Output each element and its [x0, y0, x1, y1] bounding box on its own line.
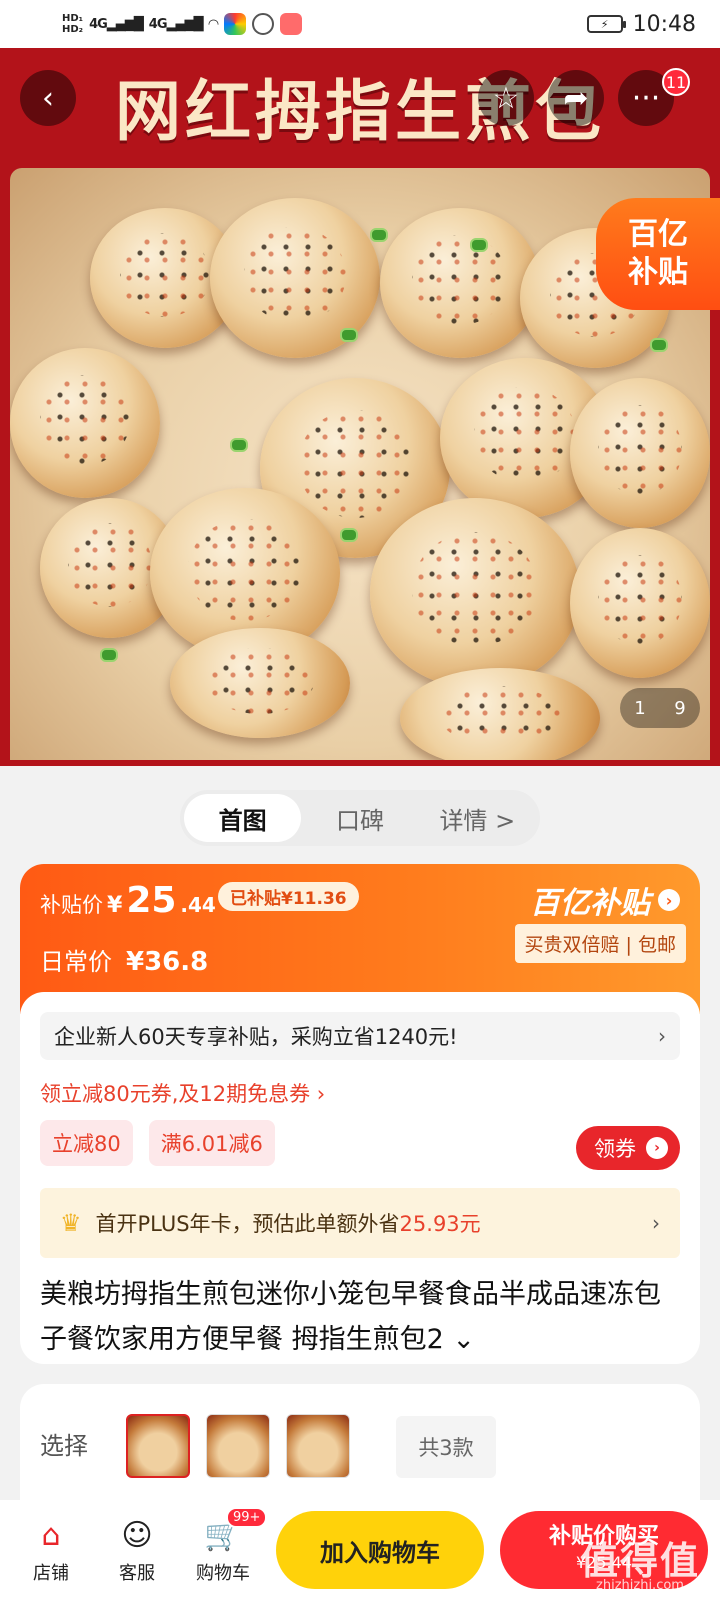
subsidy-saved-tag: 已补贴¥11.36 — [218, 882, 359, 911]
signal1-label: 4G — [89, 16, 108, 32]
coupon-chips: 立减80 满6.01减6 — [40, 1120, 275, 1166]
wifi-icon: ◠ — [208, 16, 219, 32]
customer-service-icon: ☺ — [121, 1517, 153, 1553]
store-button[interactable]: ⌂ 店铺 — [8, 1515, 94, 1585]
hd1-label: HD₁ — [62, 13, 84, 24]
subsidy-price-label: 补贴价 — [40, 893, 103, 917]
chevron-right-icon: › — [652, 1211, 660, 1235]
get-coupon-label: 领券 — [594, 1137, 636, 1161]
hd2-label: HD₂ — [62, 24, 84, 35]
crown-icon: ♛ — [60, 1209, 82, 1237]
coupon-link[interactable]: 领立减80元券,及12期免息券 › — [40, 1078, 325, 1108]
subsidy-price-dec: .44 — [180, 893, 216, 917]
guarantee-badge: 买贵双倍赔 | 包邮 — [514, 924, 686, 963]
promo-detail-card: 企业新人60天专享补贴，采购立省1240元! › 领立减80元券,及12期免息券… — [20, 992, 700, 1364]
status-bar: HD₁ HD₂ 4G▂▄▆█ 4G▂▄▆█ ◠ ⚡ 10:48 — [0, 0, 720, 48]
content-tabs: 首图 口碑 详情 > — [180, 790, 540, 846]
plus-text-suffix: 元 — [459, 1212, 481, 1236]
plus-membership-bar[interactable]: ♛ 首开PLUS年卡，预估此单额外省25.93元 › — [40, 1188, 680, 1258]
signal-icon-2: 4G▂▄▆█ — [148, 16, 204, 32]
watermark-url: zhizhizhi.com — [596, 1578, 684, 1593]
chevron-right-icon: › — [658, 1024, 666, 1048]
app-notification-icon-2 — [279, 13, 302, 35]
cart-label: 购物车 — [196, 1563, 250, 1584]
battery-icon: ⚡ — [586, 15, 626, 33]
coupon-chip[interactable]: 满6.01减6 — [148, 1120, 275, 1166]
product-title[interactable]: 美粮坊拇指生煎包迷你小笼包早餐食品半成品速冻包子餐饮家用方便早餐 拇指生煎包2 … — [40, 1272, 680, 1362]
tab-reviews[interactable]: 口碑 — [301, 794, 418, 842]
program-name: 百亿补贴 — [530, 886, 650, 921]
tab-main-image[interactable]: 首图 — [184, 794, 302, 842]
variant-thumb-3[interactable] — [286, 1414, 350, 1478]
service-button[interactable]: ☺ 客服 — [94, 1515, 180, 1585]
chevron-right-icon: › — [658, 889, 680, 911]
enterprise-notice-text: 企业新人60天专享补贴，采购立省1240元! — [54, 1025, 458, 1049]
variant-label: 选择 — [40, 1432, 88, 1460]
plus-amount: 25.93 — [399, 1212, 460, 1236]
chevron-right-icon: › — [646, 1137, 668, 1159]
pager-total: 9 — [674, 697, 686, 719]
watermark-text: 值得值 — [579, 1539, 700, 1583]
tab-details[interactable]: 详情 > — [419, 794, 536, 842]
clock: 10:48 — [632, 11, 696, 37]
signal2-label: 4G — [148, 16, 168, 32]
plus-text: 首开PLUS年卡，预估此单额外省25.93元 — [96, 1208, 481, 1238]
hand-icon — [251, 13, 274, 35]
daily-price: ¥36.8 — [126, 947, 209, 977]
image-pager: 1 9 — [620, 688, 700, 728]
hd-indicator: HD₁ HD₂ — [62, 13, 83, 35]
subsidy-badge-line2: 补贴 — [628, 255, 688, 290]
variant-total[interactable]: 共3款 — [396, 1416, 496, 1478]
share-icon[interactable]: ➦ — [548, 70, 604, 126]
signal-icon-1: 4G▂▄▆█ — [89, 16, 144, 32]
subsidy-price-int: 25 — [126, 880, 177, 921]
daily-price-label: 日常价 — [40, 948, 112, 976]
back-button[interactable]: ‹ — [20, 70, 76, 126]
favorite-star-icon[interactable]: ☆ — [478, 70, 534, 126]
store-icon: ⌂ — [41, 1517, 61, 1553]
add-to-cart-button[interactable]: 加入购物车 — [276, 1511, 484, 1589]
subsidy-badge-line1: 百亿 — [628, 217, 688, 252]
variant-selector: 选择 共3款 — [20, 1384, 700, 1514]
hero-title: 网红拇指生煎包 — [115, 72, 605, 150]
more-badge: 11 — [662, 68, 690, 96]
currency-symbol: ¥ — [107, 893, 123, 918]
cart-badge: 99+ — [226, 1507, 268, 1528]
enterprise-notice[interactable]: 企业新人60天专享补贴，采购立省1240元! › — [40, 1012, 680, 1060]
store-label: 店铺 — [33, 1563, 69, 1584]
billion-subsidy-badge: 百亿 补贴 — [596, 198, 720, 310]
product-hero-image[interactable]: 网红拇指生煎包 ‹ ☆ ➦ ··· 11 百亿 补贴 1 9 — [0, 48, 720, 766]
cart-button[interactable]: 🛒 99+ 购物车 — [180, 1507, 268, 1585]
billion-subsidy-logo[interactable]: 百亿补贴 › — [530, 878, 680, 922]
variant-thumb-2[interactable] — [206, 1414, 270, 1478]
app-notification-icon — [223, 13, 246, 35]
pager-current: 1 — [634, 697, 646, 719]
get-coupon-button[interactable]: 领券 › — [576, 1126, 680, 1170]
variant-thumb-1[interactable] — [126, 1414, 190, 1478]
plus-text-prefix: 首开PLUS年卡，预估此单额外省 — [95, 1212, 400, 1236]
coupon-chip[interactable]: 立减80 — [40, 1120, 133, 1166]
service-label: 客服 — [119, 1563, 155, 1584]
